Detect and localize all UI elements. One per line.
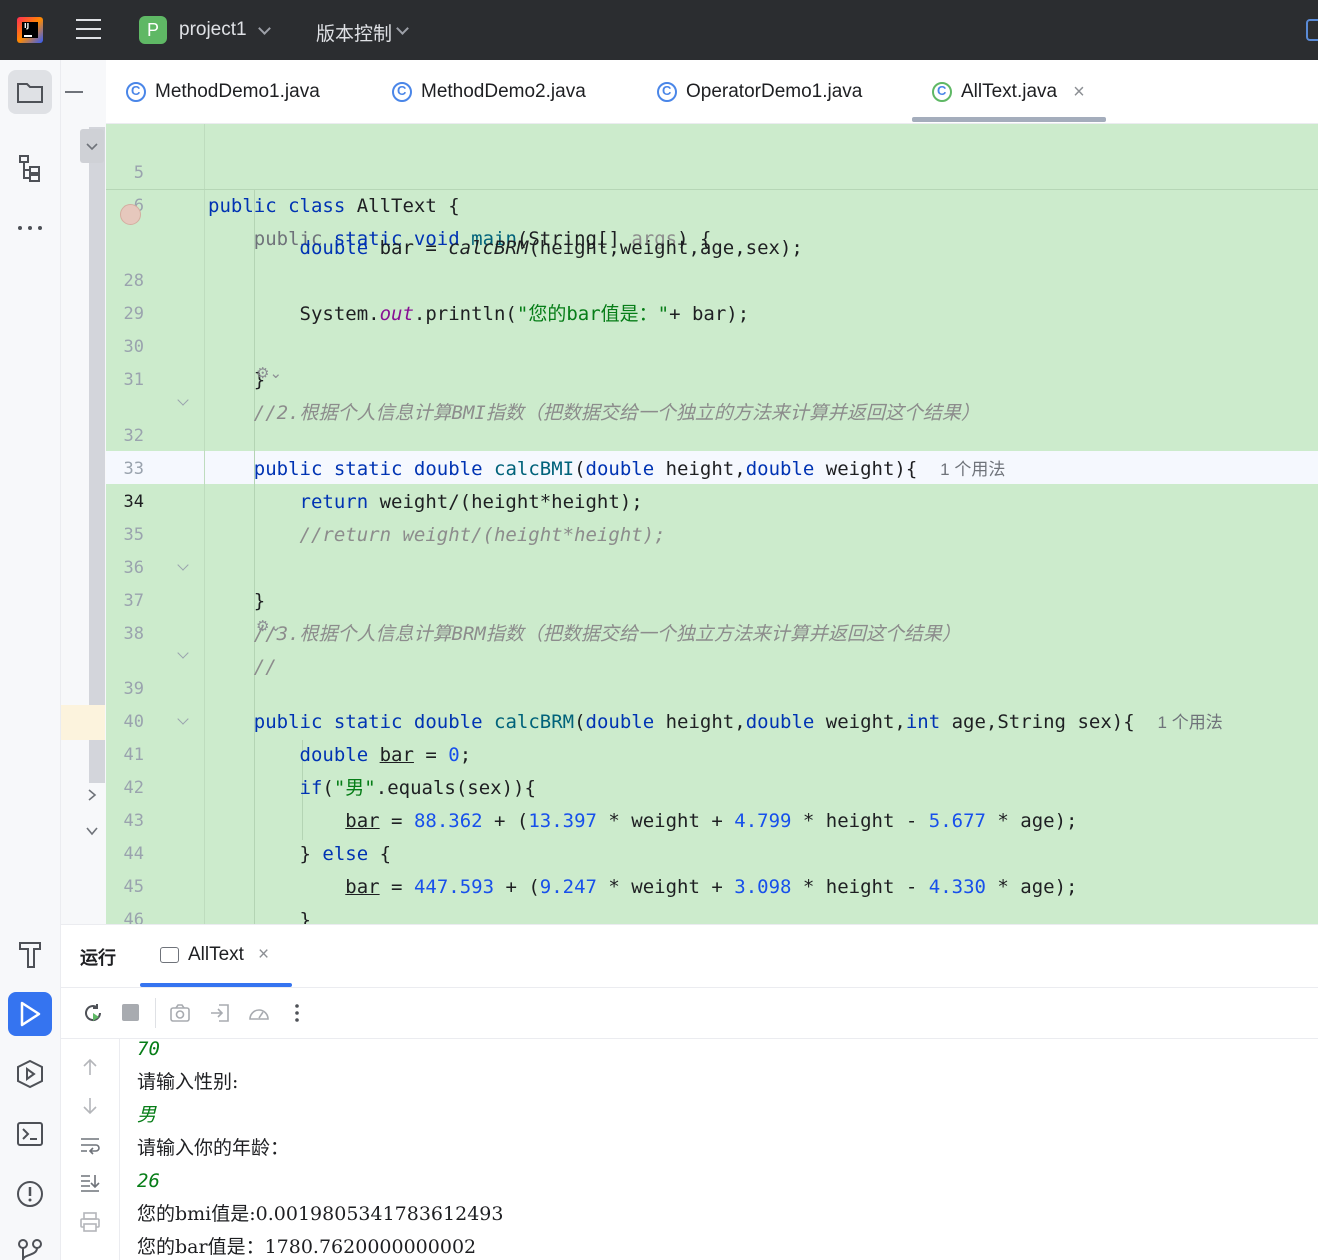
minimize-icon[interactable]	[65, 91, 83, 93]
active-tab-indicator	[912, 117, 1106, 122]
tab-label: MethodDemo2.java	[421, 81, 586, 102]
console-line: 您的bar值是：1780.7620000000002	[137, 1236, 477, 1258]
console-line: 您的bmi值是:0.0019805341783612493	[137, 1203, 504, 1225]
vcs-menu[interactable]: 版本控制	[316, 19, 392, 46]
console-line: 男	[137, 1104, 157, 1126]
problems-icon[interactable]	[8, 1172, 52, 1216]
code-line[interactable]: 34 //return weight/(height*height);	[106, 453, 1318, 546]
class-icon	[126, 82, 146, 102]
project-badge[interactable]: P	[139, 16, 167, 44]
scroll-to-end-icon[interactable]	[79, 1172, 101, 1192]
code-line[interactable]: 43 } else {	[106, 772, 1318, 865]
camera-icon[interactable]	[169, 1002, 191, 1024]
project-name[interactable]: project1	[179, 19, 247, 41]
console-line: 请输入你的年龄：	[137, 1137, 290, 1159]
vertical-scrollbar[interactable]	[89, 127, 105, 783]
terminal-icon[interactable]	[8, 1112, 52, 1156]
code-line[interactable]: 31 //2.根据个人信息计算BMI指数（把数据交给一个独立的方法来计算并返回这…	[106, 331, 1318, 424]
code-line[interactable]: 32 public static double calcBMI(double h…	[106, 387, 1318, 480]
code-line[interactable]: 5 public class AllText {	[106, 124, 1318, 217]
arrow-down-icon[interactable]	[81, 1096, 99, 1116]
tab-operatordemo1[interactable]: OperatorDemo1.java	[657, 60, 862, 124]
ai-assistant-icon[interactable]: ⚙⌄	[256, 364, 282, 382]
tab-methoddemo2[interactable]: MethodDemo2.java	[392, 60, 586, 124]
import-icon[interactable]	[209, 1002, 231, 1024]
code-line[interactable]: 6 public static void main(String[] args)…	[106, 157, 1318, 250]
window-icon[interactable]	[1306, 19, 1318, 41]
toolbar-divider	[155, 998, 156, 1028]
chevron-right-icon[interactable]	[84, 787, 100, 803]
console-line: 70	[137, 1038, 160, 1060]
scroll-collapse-button[interactable]	[80, 129, 104, 163]
profiler-icon[interactable]	[247, 1002, 271, 1024]
runnable-class-icon	[932, 82, 952, 102]
console-line: 请输入性别:	[137, 1071, 239, 1093]
class-icon	[392, 82, 412, 102]
run-tool-icon[interactable]	[8, 992, 52, 1036]
title-bar: IJ P project1 版本控制	[0, 0, 1318, 60]
code-line[interactable]: double bar = calcBRM(height,weight,age,s…	[106, 199, 1318, 259]
main-menu-icon[interactable]	[76, 19, 101, 41]
sticky-header-separator	[106, 189, 1318, 190]
run-tab-alltext[interactable]: AllText ×	[160, 944, 269, 966]
chevron-down-icon[interactable]	[396, 22, 409, 35]
code-line[interactable]: 37 //3.根据个人信息计算BRM指数（把数据交给一个独立方法来计算并返回这个…	[106, 552, 1318, 645]
console-window-icon	[160, 947, 179, 963]
structure-icon[interactable]	[8, 146, 52, 190]
more-icon[interactable]	[8, 206, 52, 250]
code-line[interactable]: 28 System.out.println("您的bar值是："+ bar);	[106, 232, 1318, 325]
build-hammer-icon[interactable]	[8, 932, 52, 976]
ai-assistant-icon[interactable]: ⚙⌄	[256, 617, 282, 635]
code-line[interactable]: 41 if("男".equals(sex)){	[106, 706, 1318, 799]
console-line: 26	[137, 1170, 160, 1192]
code-line[interactable]: 44 bar = 447.593 + (9.247 * weight + 3.0…	[106, 805, 1318, 898]
code-line[interactable]: 46 return bar;	[106, 871, 1318, 964]
code-line[interactable]: 40 double bar = 0;	[106, 673, 1318, 766]
gutter-highlight	[61, 705, 105, 740]
class-icon	[657, 82, 677, 102]
chevron-down-icon[interactable]	[84, 823, 100, 839]
more-options-icon[interactable]	[293, 1003, 301, 1023]
print-icon[interactable]	[79, 1211, 101, 1233]
code-line[interactable]: 35	[106, 486, 1318, 545]
services-icon[interactable]	[8, 1052, 52, 1096]
arrow-up-icon[interactable]	[81, 1057, 99, 1077]
tab-methoddemo1[interactable]: MethodDemo1.java	[126, 60, 320, 124]
code-line[interactable]: 33 return weight/(height*height);	[106, 420, 1318, 513]
rerun-icon[interactable]	[81, 1001, 105, 1025]
project-folder-icon[interactable]	[8, 70, 52, 114]
run-panel-title: 运行	[80, 948, 116, 969]
run-tab-label: AllText	[188, 944, 244, 965]
git-branch-icon[interactable]	[8, 1228, 52, 1260]
code-line[interactable]: 47	[106, 904, 1318, 924]
stop-icon[interactable]	[122, 1004, 139, 1021]
tab-alltext[interactable]: AllText.java ×	[932, 60, 1085, 124]
code-line[interactable]: 30 }	[106, 298, 1318, 391]
intellij-logo-icon[interactable]: IJ	[17, 17, 43, 43]
close-tab-icon[interactable]: ×	[1073, 81, 1085, 104]
code-line[interactable]: 39 public static double calcBRM(double h…	[106, 640, 1318, 733]
code-line[interactable]: 36 }	[106, 519, 1318, 612]
tab-label: AllText.java	[961, 81, 1058, 102]
tab-label: OperatorDemo1.java	[686, 81, 863, 102]
tab-label: MethodDemo1.java	[155, 81, 320, 102]
code-line[interactable]: 45 }	[106, 838, 1318, 931]
code-line[interactable]: 42 bar = 88.362 + (13.397 * weight + 4.7…	[106, 739, 1318, 832]
code-line[interactable]: 38 //	[106, 585, 1318, 678]
code-line[interactable]: 29	[106, 265, 1318, 324]
soft-wrap-icon[interactable]	[79, 1135, 101, 1155]
close-tab-icon[interactable]: ×	[258, 944, 269, 966]
chevron-down-icon[interactable]	[258, 22, 271, 35]
